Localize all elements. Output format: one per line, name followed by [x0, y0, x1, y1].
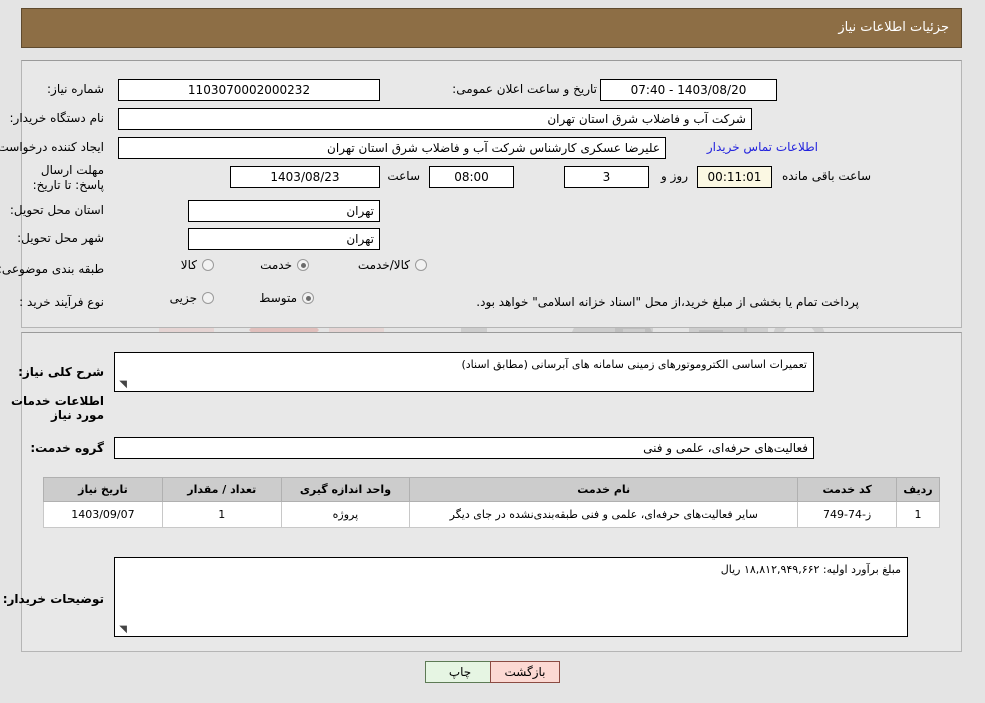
label-general-description: شرح کلی نیاز:: [19, 365, 105, 379]
radio-circle-icon: [303, 292, 315, 304]
radio-circle-icon: [416, 259, 428, 271]
label-response-deadline: مهلت ارسال پاسخ: تا تاریخ:: [33, 163, 105, 192]
field-request-creator: علیرضا عسکری کارشناس شرکت آب و فاضلاب شر…: [119, 137, 667, 159]
radio-process-motevaset[interactable]: متوسط: [260, 291, 315, 305]
page-header-bar: جزئیات اطلاعات نیاز: [22, 8, 963, 48]
purchase-process-note: پرداخت تمام یا بخشی از مبلغ خرید،از محل …: [477, 295, 860, 309]
radio-category-kala-khedmat[interactable]: کالا/خدمت: [359, 258, 428, 272]
radio-category-kala-label: کالا: [181, 258, 198, 272]
radio-category-khedmat[interactable]: خدمت: [261, 258, 310, 272]
th-radif: ردیف: [897, 477, 941, 502]
field-delivery-city: تهران: [189, 228, 381, 250]
label-delivery-province: استان محل تحویل:: [10, 203, 105, 217]
th-service-name: نام خدمت: [410, 477, 800, 502]
print-button[interactable]: چاپ: [426, 661, 496, 683]
field-buyer-org: شرکت آب و فاضلاب شرق استان تهران: [119, 108, 753, 130]
label-purchase-process: نوع فرآیند خرید :: [20, 295, 105, 309]
general-description-text: تعمیرات اساسی الکتروموتورهای زمینی سامان…: [462, 358, 808, 371]
th-need-date: تاریخ نیاز: [44, 477, 164, 502]
radio-circle-icon: [203, 292, 215, 304]
cell-quantity: 1: [162, 501, 283, 528]
th-service-code: کد خدمت: [798, 477, 899, 502]
buyer-notes-text: مبلغ برآورد اولیه: ۱۸,۸۱۲,۹۴۹,۶۶۲ ریال: [721, 563, 902, 576]
resize-grip-icon[interactable]: ◥: [118, 380, 128, 390]
label-subject-category: طبقه بندی موضوعی:: [0, 262, 105, 276]
label-need-number: شماره نیاز:: [48, 82, 105, 96]
cell-service-name: سایر فعالیت‌های حرفه‌ای، علمی و فنی طبقه…: [410, 501, 800, 528]
back-button[interactable]: بازگشت: [491, 661, 561, 683]
radio-process-motevaset-label: متوسط: [260, 291, 298, 305]
cell-unit: پروژه: [281, 501, 412, 528]
field-need-number: 1103070002000232: [119, 79, 381, 101]
page-title: جزئیات اطلاعات نیاز: [839, 20, 950, 35]
radio-process-jozii[interactable]: جزیی: [171, 291, 215, 305]
cell-service-code: ز-74-749: [798, 501, 899, 528]
radio-category-khedmat-label: خدمت: [261, 258, 293, 272]
th-quantity: تعداد / مقدار: [162, 477, 283, 502]
radio-category-kala-khedmat-label: کالا/خدمت: [358, 258, 411, 272]
radio-process-jozii-label: جزیی: [170, 291, 198, 305]
label-days-word: روز و: [662, 169, 689, 183]
resize-grip-icon[interactable]: ◥: [118, 625, 128, 635]
field-general-description[interactable]: تعمیرات اساسی الکتروموتورهای زمینی سامان…: [115, 352, 815, 392]
field-buyer-notes[interactable]: مبلغ برآورد اولیه: ۱۸,۸۱۲,۹۴۹,۶۶۲ ریال ◥: [115, 557, 909, 637]
table-header-row: ردیف کد خدمت نام خدمت واحد اندازه گیری ت…: [44, 477, 941, 502]
label-announce-datetime: تاریخ و ساعت اعلان عمومی:: [453, 82, 598, 96]
radio-circle-icon: [298, 259, 310, 271]
table-row: 1 ز-74-749 سایر فعالیت‌های حرفه‌ای، علمی…: [44, 501, 941, 528]
field-time-remaining: 00:11:01: [698, 166, 773, 188]
label-request-creator: ایجاد کننده درخواست:: [0, 140, 105, 154]
field-service-group: فعالیت‌های حرفه‌ای، علمی و فنی: [115, 437, 815, 459]
buyer-contact-link[interactable]: اطلاعات تماس خریدار: [708, 140, 819, 154]
field-deadline-time: 08:00: [430, 166, 515, 188]
cell-need-date: 1403/09/07: [44, 501, 164, 528]
field-days-remaining: 3: [565, 166, 650, 188]
radio-category-kala[interactable]: کالا: [182, 258, 215, 272]
cell-radif: 1: [897, 501, 941, 528]
label-delivery-city: شهر محل تحویل:: [18, 231, 105, 245]
service-items-table: ردیف کد خدمت نام خدمت واحد اندازه گیری ت…: [44, 477, 941, 528]
radio-circle-icon: [203, 259, 215, 271]
field-announce-datetime: 1403/08/20 - 07:40: [601, 79, 778, 101]
th-unit: واحد اندازه گیری: [281, 477, 412, 502]
label-remaining-suffix: ساعت باقی مانده: [782, 169, 872, 183]
label-buyer-org: نام دستگاه خریدار:: [10, 111, 106, 125]
label-service-group: گروه خدمت:: [31, 441, 105, 455]
label-buyer-notes: توضیحات خریدار:: [3, 592, 105, 606]
field-delivery-province: تهران: [189, 200, 381, 222]
services-section-heading: اطلاعات خدمات مورد نیاز: [11, 394, 105, 422]
label-hour: ساعت: [388, 169, 421, 183]
field-deadline-date: 1403/08/23: [231, 166, 381, 188]
